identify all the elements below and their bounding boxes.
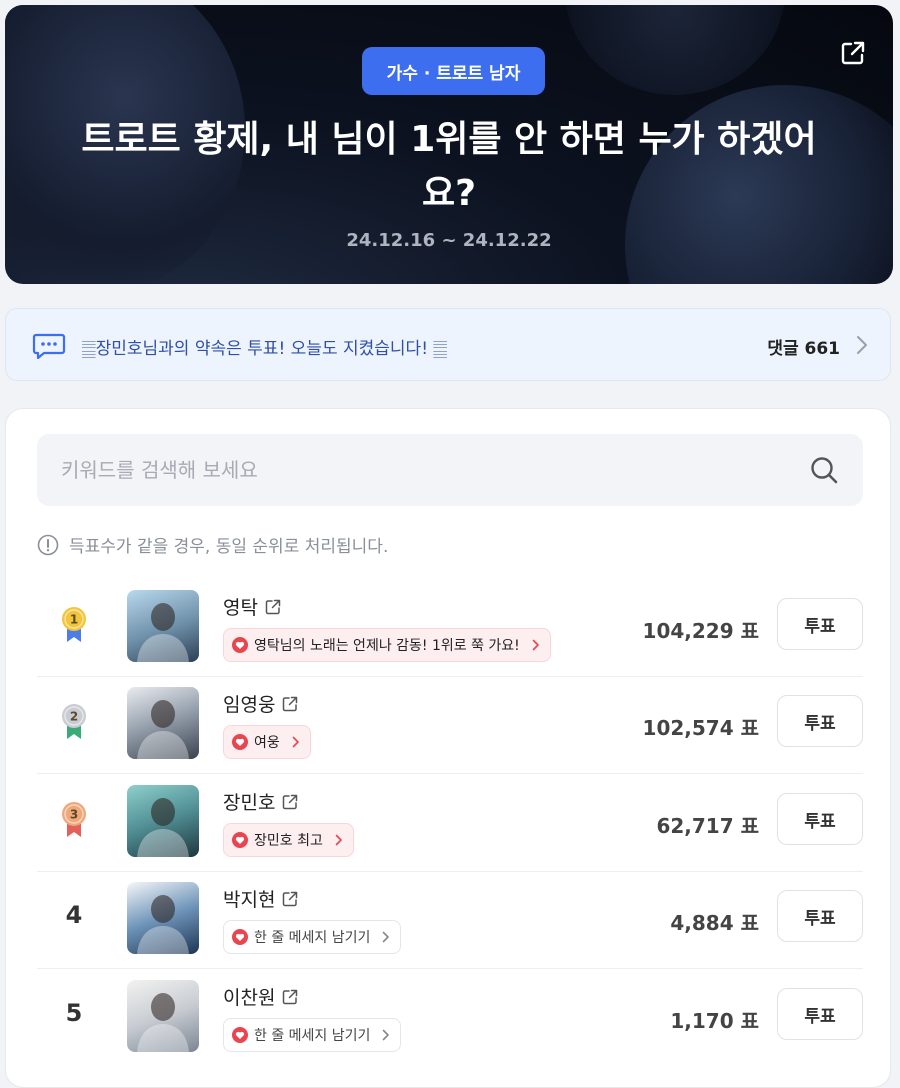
search-box <box>37 434 863 506</box>
tie-note-text: 득표수가 같을 경우, 동일 순위로 처리됩니다. <box>69 537 389 557</box>
tie-rule-note: 득표수가 같을 경우, 동일 순위로 처리됩니다. <box>37 532 388 557</box>
search-input[interactable] <box>37 434 797 506</box>
heart-icon <box>232 1027 248 1043</box>
ranking-row: 4 박지현 한 줄 메세지 남기기 4,884 표 투표 <box>37 871 863 969</box>
ranking-row: 3 장민호 장민호 최고 62,717 표 투표 <box>37 774 863 872</box>
medal-rank-number: 2 <box>70 710 78 724</box>
cheer-message-text: 한 줄 메세지 남기기 <box>254 930 371 946</box>
ranking-row: 2 임영웅 여웅 102,574 표 투표 <box>37 676 863 774</box>
heart-icon <box>232 637 248 653</box>
singer-name[interactable]: 이찬원 <box>223 983 275 1010</box>
external-link-icon[interactable] <box>281 793 299 811</box>
singer-photo[interactable] <box>127 980 199 1052</box>
chevron-right-icon <box>292 736 299 748</box>
person-silhouette-icon <box>137 603 189 662</box>
heart-icon <box>232 929 248 945</box>
vote-button[interactable]: 투표 <box>777 598 863 650</box>
medal-rank-number: 3 <box>70 808 78 822</box>
singer-photo[interactable] <box>127 785 199 857</box>
ranking-card: 득표수가 같을 경우, 동일 순위로 처리됩니다. 1 영탁 <box>5 408 891 1088</box>
cheer-message-text: 한 줄 메세지 남기기 <box>254 1028 371 1044</box>
banner-decoration <box>565 5 785 95</box>
share-icon[interactable] <box>839 39 867 67</box>
silver-medal-icon: 2 <box>62 704 86 739</box>
singer-name[interactable]: 박지현 <box>223 885 275 912</box>
comment-count: 댓글 661 <box>767 339 840 359</box>
cheer-message-text: 영탁님의 노래는 언제나 감동! 1위로 쭉 가요! <box>254 638 520 654</box>
vote-count: 4,884 표 <box>670 911 759 935</box>
vote-count: 104,229 표 <box>642 619 759 643</box>
person-silhouette-icon <box>137 798 189 857</box>
chat-bubble-icon <box>32 333 66 359</box>
vote-count: 62,717 표 <box>656 814 759 838</box>
vote-button[interactable]: 투표 <box>777 890 863 942</box>
singer-photo[interactable] <box>127 687 199 759</box>
external-link-icon[interactable] <box>281 988 299 1006</box>
singer-name-line: 임영웅 <box>223 690 299 717</box>
medal-rank-number: 1 <box>70 613 78 627</box>
chevron-right-icon <box>383 931 390 943</box>
external-link-icon[interactable] <box>281 695 299 713</box>
cheer-message-text: 여웅 <box>254 735 280 751</box>
category-badge: 가수 · 트로트 남자 <box>362 47 545 95</box>
singer-name-line: 영탁 <box>223 593 282 620</box>
comment-notice-bar[interactable]: 𝄛장민호님과의 약속은 투표! 오늘도 지켰습니다! 𝄛 댓글 661 <box>5 308 891 381</box>
vote-count: 102,574 표 <box>642 716 759 740</box>
cheer-message-chip[interactable]: 여웅 <box>223 725 311 759</box>
person-silhouette-icon <box>137 993 189 1052</box>
vote-button[interactable]: 투표 <box>777 695 863 747</box>
cheer-message-chip[interactable]: 한 줄 메세지 남기기 <box>223 1018 402 1052</box>
vote-banner: 가수 · 트로트 남자 트로트 황제, 내 님이 1위를 안 하면 누가 하겠어… <box>5 5 893 284</box>
external-link-icon[interactable] <box>264 598 282 616</box>
chevron-right-icon <box>335 834 342 846</box>
vote-count: 1,170 표 <box>670 1009 759 1033</box>
chevron-right-icon <box>532 639 539 651</box>
ranking-row: 5 이찬원 한 줄 메세지 남기기 1,170 표 투표 <box>37 969 863 1066</box>
heart-icon <box>232 832 248 848</box>
vote-button[interactable]: 투표 <box>777 988 863 1040</box>
singer-name[interactable]: 장민호 <box>223 788 275 815</box>
person-silhouette-icon <box>137 895 189 954</box>
singer-name-line: 이찬원 <box>223 983 299 1010</box>
singer-name[interactable]: 임영웅 <box>223 690 275 717</box>
cheer-message-chip[interactable]: 장민호 최고 <box>223 823 354 857</box>
external-link-icon[interactable] <box>281 890 299 908</box>
chevron-right-icon <box>857 336 867 354</box>
info-icon <box>37 534 59 555</box>
latest-comment-text: 𝄛장민호님과의 약속은 투표! 오늘도 지켰습니다! 𝄛 <box>82 339 448 359</box>
rank-number: 5 <box>65 999 83 1027</box>
vote-button[interactable]: 투표 <box>777 793 863 845</box>
date-range: 24.12.16 ~ 24.12.22 <box>346 230 552 251</box>
page-title: 트로트 황제, 내 님이 1위를 안 하면 누가 하겠어요? <box>81 119 817 214</box>
chevron-right-icon <box>383 1029 390 1041</box>
person-silhouette-icon <box>137 700 189 759</box>
ranking-row: 1 영탁 영탁님의 노래는 언제나 감동! 1위로 쭉 가요! 104,229 … <box>37 579 863 677</box>
cheer-message-chip[interactable]: 한 줄 메세지 남기기 <box>223 920 402 954</box>
heart-icon <box>232 734 248 750</box>
singer-name-line: 장민호 <box>223 788 299 815</box>
singer-name[interactable]: 영탁 <box>223 593 258 620</box>
cheer-message-chip[interactable]: 영탁님의 노래는 언제나 감동! 1위로 쭉 가요! <box>223 628 551 662</box>
singer-photo[interactable] <box>127 590 199 662</box>
singer-name-line: 박지현 <box>223 885 299 912</box>
cheer-message-text: 장민호 최고 <box>254 833 323 849</box>
bronze-medal-icon: 3 <box>62 802 86 837</box>
gold-medal-icon: 1 <box>62 607 86 642</box>
search-icon[interactable] <box>809 455 839 485</box>
rank-number: 4 <box>65 901 83 929</box>
singer-photo[interactable] <box>127 882 199 954</box>
